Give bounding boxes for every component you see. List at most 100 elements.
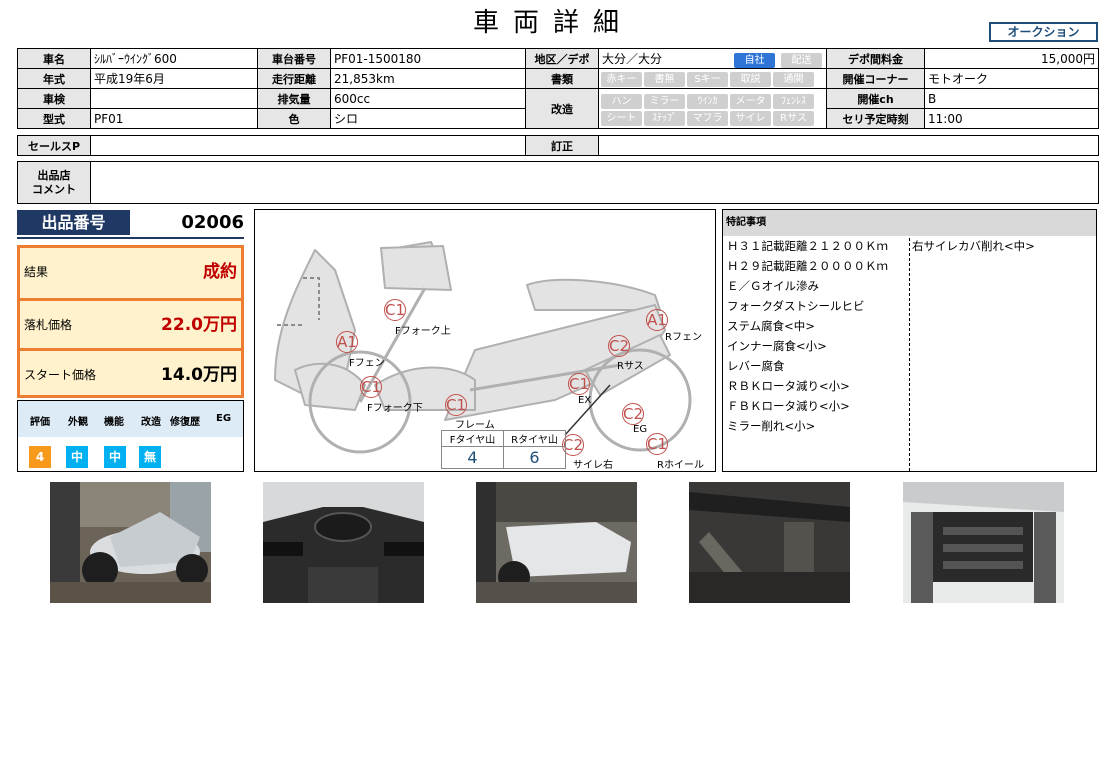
damage-mark: C2	[621, 402, 645, 426]
damage-mark: C1	[359, 375, 383, 399]
special-notes-title: 特記事項	[723, 210, 1096, 236]
depot-fee-label: デポ間料金	[826, 48, 925, 69]
damage-mark-label: Fフォーク上	[395, 326, 451, 337]
car-name-label: 車名	[17, 48, 91, 69]
damage-mark-label: サイレ右	[573, 460, 613, 471]
doc-chip: Sキー	[687, 71, 728, 87]
sales-row: セールスP 訂正	[17, 135, 1099, 156]
damage-mark: C1	[645, 432, 669, 456]
note-item: Ｅ／Ｇオイル滲み	[727, 279, 819, 293]
grade-function-chip: 中	[104, 446, 126, 468]
doc-chip: 取説	[730, 71, 771, 87]
frame-number-label: 車台番号	[257, 48, 331, 69]
lot-number-value: 02006	[181, 212, 244, 233]
damage-mark: A1	[335, 330, 359, 354]
year-label: 年式	[17, 68, 91, 89]
scooter-front-photo-icon	[476, 482, 637, 603]
notes-divider	[909, 238, 910, 471]
spec-table: 車名 ｼﾙﾊﾞｰｳｲﾝｸﾞ600 車台番号 PF01-1500180 地区／デポ…	[17, 48, 1099, 129]
underside-photo-icon	[903, 482, 1064, 603]
damage-mark-label: Rホイール	[657, 460, 704, 471]
mileage-label: 走行距離	[257, 68, 331, 89]
damage-mark-label: Rフェン	[665, 332, 702, 343]
mod-chip: サイレ	[730, 110, 771, 126]
area-label: 地区／デポ	[525, 48, 599, 69]
note-item: Ｈ２９記載距離２００００Ｋｍ	[727, 259, 888, 273]
modification-label: 改造	[525, 88, 599, 129]
grade-modification-chip: 無	[139, 446, 161, 468]
rear-tire-value: 6	[503, 446, 566, 469]
area-value: 大分／大分	[602, 51, 663, 66]
displacement-label: 排気量	[257, 88, 331, 109]
grade-header: 評価 外観 機能 改造 修復歴 EG	[18, 401, 243, 437]
damage-mark: C1	[383, 298, 407, 322]
depot-fee-value: 15,000円	[924, 48, 1099, 69]
area-cell: 大分／大分 自社 配送	[598, 48, 827, 69]
vehicle-photo-4[interactable]	[689, 482, 850, 603]
damage-mark: C2	[607, 334, 631, 358]
note-item: レバー腐食	[727, 359, 785, 373]
tire-tread-table: Fタイヤ山 Rタイヤ山 4 6	[441, 430, 566, 469]
doc-chip: 通関	[773, 71, 814, 87]
documents-chips: 赤キー 書無 Sキー 取説 通関	[598, 68, 827, 89]
result-value: 成約	[203, 262, 237, 282]
auction-time-value: 11:00	[924, 108, 1099, 129]
grade-panel: 評価 外観 機能 改造 修復歴 EG 4 中 中 無	[17, 400, 244, 472]
lot-number-label: 出品番号	[17, 210, 130, 235]
auction-badge[interactable]: オークション	[989, 22, 1098, 42]
store-comment-row: 出品店 コメント	[17, 161, 1099, 204]
front-tire-label: Fタイヤ山	[441, 430, 504, 447]
damage-mark-label: Fフォーク下	[367, 403, 423, 414]
damage-mark-label: フレーム	[455, 420, 495, 431]
damage-mark-label: EG	[633, 424, 648, 435]
result-panel: 結果 成約 落札価格 22.0万円 スタート価格 14.0万円	[17, 245, 244, 398]
corner-label: 開催コーナー	[826, 68, 925, 89]
store-comment-value	[90, 161, 1099, 204]
sales-point-label: セールスP	[17, 135, 91, 156]
grade-header-label: 修復歴	[170, 417, 200, 428]
scooter-side-photo-icon	[50, 482, 211, 603]
front-tire-value: 4	[441, 446, 504, 469]
correction-label: 訂正	[525, 135, 599, 156]
channel-label: 開催ch	[826, 88, 925, 109]
store-comment-label: 出品店 コメント	[17, 161, 91, 204]
hammer-price-value: 22.0万円	[161, 315, 237, 335]
lot-underline	[17, 237, 244, 239]
damage-diagram: C1 Fフォーク上 A1 Fフェン C1 Fフォーク下 C1 フレーム A1 R…	[254, 209, 716, 472]
corner-value: モトオーク	[924, 68, 1099, 89]
damage-mark-label: EX	[578, 395, 592, 406]
hammer-price-label: 落札価格	[24, 318, 73, 332]
damage-mark-label: Fフェン	[349, 358, 385, 369]
mod-chip: メータ	[730, 93, 771, 109]
damage-mark: C1	[567, 372, 591, 396]
page-title: 車両詳細	[472, 8, 633, 38]
color-value: シロ	[330, 108, 526, 129]
grade-header-label: 評価	[30, 417, 50, 428]
vehicle-photo-2[interactable]	[263, 482, 424, 603]
doc-chip: 書無	[644, 71, 685, 87]
damage-mark: C1	[444, 393, 468, 417]
grade-header-label: 機能	[104, 417, 124, 428]
rear-tire-label: Rタイヤ山	[503, 430, 566, 447]
vehicle-photo-5[interactable]	[903, 482, 1064, 603]
mod-chip: ハン	[601, 93, 642, 109]
mod-chip: ｽﾃｯﾌﾟ	[644, 110, 685, 126]
modification-chips: ハン ミラー ｳｲﾝｶ メータ ﾌｪﾝﾚｽ シート ｽﾃｯﾌﾟ マフラ サイレ Rサス	[598, 88, 827, 129]
special-notes-panel: 特記事項 Ｈ３１記載距離２１２００Ｋｍ Ｈ２９記載距離２００００Ｋｍ Ｅ／Ｇオイ…	[722, 209, 1097, 472]
vehicle-photo-3[interactable]	[476, 482, 637, 603]
inspection-label: 車検	[17, 88, 91, 109]
result-row: 結果 成約	[20, 248, 241, 297]
year-value: 平成19年6月	[90, 68, 258, 89]
note-item: Ｈ３１記載距離２１２００Ｋｍ	[727, 239, 888, 253]
result-row: スタート価格 14.0万円	[20, 348, 241, 397]
vehicle-photo-1[interactable]	[50, 482, 211, 603]
inspection-value	[90, 88, 258, 109]
damage-mark-label: Rサス	[617, 361, 644, 372]
note-item: 右サイレカバ削れ<中>	[912, 239, 1035, 253]
mileage-value: 21,853km	[330, 68, 526, 89]
model-code-value: PF01	[90, 108, 258, 129]
start-price-label: スタート価格	[24, 368, 97, 382]
channel-value: B	[924, 88, 1099, 109]
grade-header-label: EG	[216, 413, 232, 424]
model-code-label: 型式	[17, 108, 91, 129]
